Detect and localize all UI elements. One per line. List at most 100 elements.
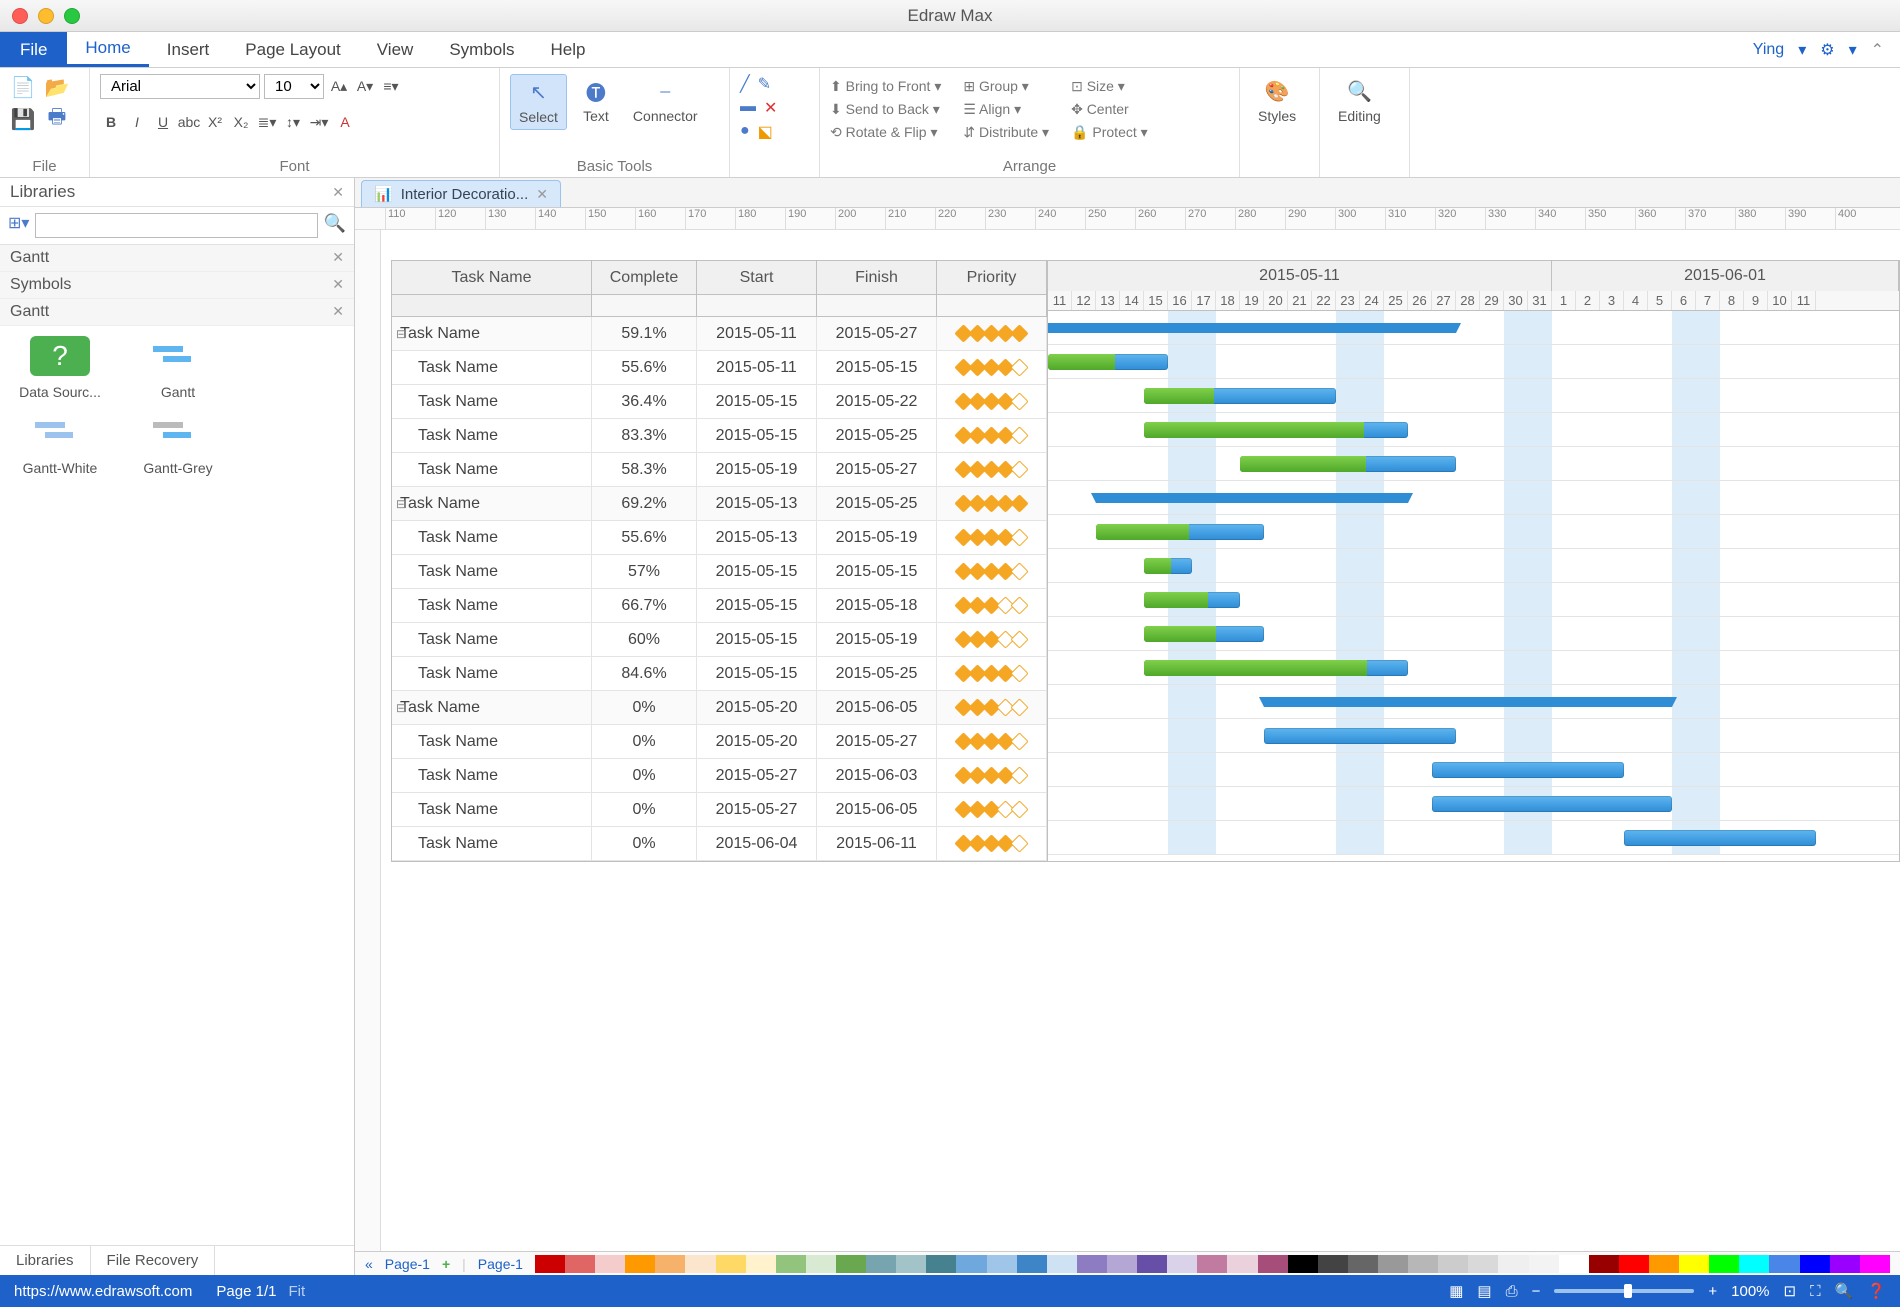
start-cell[interactable]: 2015-05-15 (697, 657, 817, 690)
page-tab[interactable]: Page-1 (385, 1256, 430, 1272)
priority-cell[interactable] (937, 453, 1047, 486)
task-name-cell[interactable]: Task Name (392, 827, 592, 860)
task-name-cell[interactable]: Task Name (392, 419, 592, 452)
priority-cell[interactable] (937, 385, 1047, 418)
task-bar[interactable] (1096, 524, 1264, 540)
complete-cell[interactable]: 69.2% (592, 487, 697, 520)
gantt-timeline-row[interactable] (1048, 753, 1899, 787)
new-file-icon[interactable]: 📄 (10, 74, 36, 100)
sidebar-tab-libraries[interactable]: Libraries (0, 1246, 91, 1275)
color-swatch[interactable] (1288, 1255, 1318, 1273)
task-bar[interactable] (1144, 388, 1336, 404)
color-swatch[interactable] (1197, 1255, 1227, 1273)
gantt-timeline-row[interactable] (1048, 549, 1899, 583)
align-button[interactable]: ☰ Align ▾ (963, 101, 1049, 118)
gantt-timeline-row[interactable] (1048, 787, 1899, 821)
start-cell[interactable]: 2015-05-15 (697, 623, 817, 656)
font-color-button[interactable]: A (334, 111, 356, 133)
print-icon[interactable]: 🖶 (44, 106, 70, 132)
col-task[interactable]: Task Name (392, 261, 592, 294)
zoom-level[interactable]: 100% (1731, 1283, 1769, 1300)
complete-cell[interactable]: 0% (592, 793, 697, 826)
task-name-cell[interactable]: Task Name (392, 691, 592, 724)
task-bar[interactable] (1144, 626, 1264, 642)
priority-cell[interactable] (937, 623, 1047, 656)
color-swatch[interactable] (1348, 1255, 1378, 1273)
gantt-timeline-row[interactable] (1048, 311, 1899, 345)
priority-cell[interactable] (937, 793, 1047, 826)
gantt-row[interactable]: Task Name83.3%2015-05-152015-05-25 (392, 419, 1047, 453)
color-swatch[interactable] (806, 1255, 836, 1273)
finish-cell[interactable]: 2015-05-22 (817, 385, 937, 418)
task-bar[interactable] (1144, 422, 1408, 438)
gantt-row[interactable]: Task Name58.3%2015-05-192015-05-27 (392, 453, 1047, 487)
color-swatch[interactable] (1107, 1255, 1137, 1273)
zoom-slider[interactable] (1554, 1289, 1694, 1293)
gantt-chart[interactable]: Task Name Complete Start Finish Priority… (391, 260, 1900, 862)
bold-button[interactable]: B (100, 111, 122, 133)
color-swatch[interactable] (746, 1255, 776, 1273)
color-swatch[interactable] (1468, 1255, 1498, 1273)
color-swatch[interactable] (1017, 1255, 1047, 1273)
color-swatch[interactable] (1137, 1255, 1167, 1273)
color-swatch[interactable] (1258, 1255, 1288, 1273)
color-swatch[interactable] (836, 1255, 866, 1273)
task-name-cell[interactable]: Task Name (392, 351, 592, 384)
task-name-cell[interactable]: Task Name (392, 521, 592, 554)
sidebar-tab-file-recovery[interactable]: File Recovery (91, 1246, 216, 1275)
color-swatch[interactable] (1830, 1255, 1860, 1273)
task-bar[interactable] (1048, 354, 1168, 370)
color-swatch[interactable] (956, 1255, 986, 1273)
menu-insert[interactable]: Insert (149, 32, 228, 67)
start-cell[interactable]: 2015-05-15 (697, 589, 817, 622)
group-button[interactable]: ⊞ Group ▾ (963, 78, 1049, 95)
color-swatch[interactable] (685, 1255, 715, 1273)
summary-bar[interactable] (1048, 323, 1456, 333)
view-mode-icon[interactable]: ▦ (1449, 1282, 1463, 1300)
align-dropdown-icon[interactable]: ≡▾ (380, 76, 402, 98)
color-swatch[interactable] (535, 1255, 565, 1273)
gantt-row[interactable]: Task Name55.6%2015-05-132015-05-19 (392, 521, 1047, 555)
task-bar[interactable] (1624, 830, 1816, 846)
library-category-symbols[interactable]: Symbols✕ (0, 272, 354, 299)
start-cell[interactable]: 2015-05-20 (697, 725, 817, 758)
menu-symbols[interactable]: Symbols (431, 32, 532, 67)
color-swatch[interactable] (896, 1255, 926, 1273)
color-swatch[interactable] (866, 1255, 896, 1273)
finish-cell[interactable]: 2015-06-03 (817, 759, 937, 792)
finish-cell[interactable]: 2015-05-25 (817, 487, 937, 520)
task-name-cell[interactable]: Task Name (392, 623, 592, 656)
fullscreen-icon[interactable]: ⛶ (1810, 1283, 1821, 1300)
color-swatch[interactable] (1167, 1255, 1197, 1273)
color-swatch[interactable] (1438, 1255, 1468, 1273)
color-swatch[interactable] (1227, 1255, 1257, 1273)
gantt-timeline-row[interactable] (1048, 685, 1899, 719)
gantt-timeline-row[interactable] (1048, 821, 1899, 855)
minimize-window-button[interactable] (38, 8, 54, 24)
shape-gantt-white[interactable]: Gantt-White (10, 412, 110, 476)
menu-help[interactable]: Help (533, 32, 604, 67)
start-cell[interactable]: 2015-05-13 (697, 487, 817, 520)
collapse-toggle-icon[interactable]: ⊟ (394, 497, 408, 511)
start-cell[interactable]: 2015-05-19 (697, 453, 817, 486)
color-swatch[interactable] (1769, 1255, 1799, 1273)
complete-cell[interactable]: 60% (592, 623, 697, 656)
complete-cell[interactable]: 0% (592, 827, 697, 860)
library-category-gantt2[interactable]: Gantt✕ (0, 299, 354, 326)
shape-data-source[interactable]: ?Data Sourc... (10, 336, 110, 400)
gantt-timeline-row[interactable] (1048, 413, 1899, 447)
gantt-timeline-row[interactable] (1048, 651, 1899, 685)
maximize-window-button[interactable] (64, 8, 80, 24)
protect-button[interactable]: 🔒 Protect ▾ (1071, 124, 1148, 141)
close-window-button[interactable] (12, 8, 28, 24)
start-cell[interactable]: 2015-05-11 (697, 317, 817, 350)
finish-cell[interactable]: 2015-05-25 (817, 419, 937, 452)
font-family-select[interactable]: Arial (100, 74, 260, 99)
search-icon[interactable]: 🔍 (324, 213, 346, 238)
col-finish[interactable]: Finish (817, 261, 937, 294)
start-cell[interactable]: 2015-05-15 (697, 555, 817, 588)
task-name-cell[interactable]: Task Name (392, 657, 592, 690)
gantt-row[interactable]: Task Name60%2015-05-152015-05-19 (392, 623, 1047, 657)
distribute-button[interactable]: ⇵ Distribute ▾ (963, 124, 1049, 141)
close-tab-icon[interactable]: ✕ (536, 186, 548, 203)
